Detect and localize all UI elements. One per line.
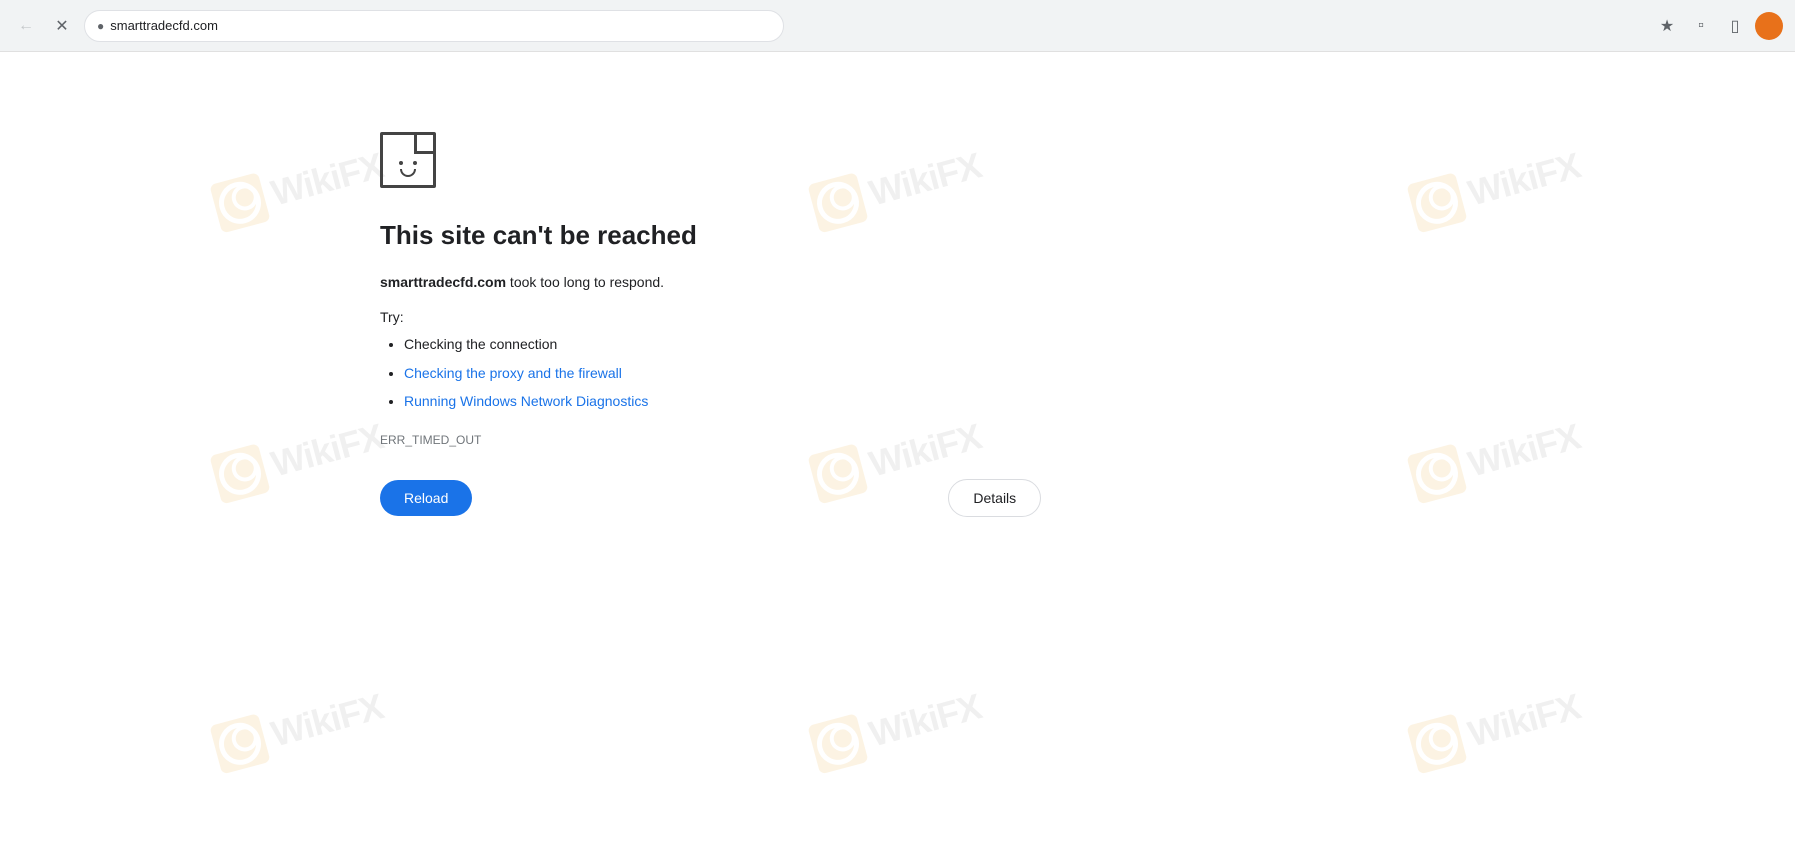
address-bar[interactable]: ● smarttradecfd.com [84,10,784,42]
details-button[interactable]: Details [948,479,1041,517]
error-title: This site can't be reached [380,220,980,251]
suggestion-diagnostics: Running Windows Network Diagnostics [404,390,980,412]
bookmark-button[interactable]: ★ [1653,12,1681,40]
toolbar-right: ★ ▫ ▯ [1653,12,1783,40]
page-content: This site can't be reached smarttradecfd… [0,52,1795,864]
try-label: Try: [380,309,980,325]
mouth [400,169,416,177]
error-container: This site can't be reached smarttradecfd… [380,132,980,517]
error-icon [380,132,980,188]
left-eye [399,161,403,165]
lock-icon: ● [97,19,104,33]
error-description: smarttradecfd.com took too long to respo… [380,271,980,293]
sidebar-button[interactable]: ▯ [1721,12,1749,40]
right-eye [413,161,417,165]
sad-page-icon [380,132,436,188]
suggestion-proxy: Checking the proxy and the firewall [404,362,980,384]
error-code: ERR_TIMED_OUT [380,433,980,447]
suggestion-proxy-link[interactable]: Checking the proxy and the firewall [404,365,622,381]
suggestions-list: Checking the connection Checking the pro… [380,333,980,412]
browser-chrome: ← ✕ ● smarttradecfd.com ★ ▫ ▯ [0,0,1795,52]
button-row: Reload Details [380,479,980,517]
reload-button[interactable]: Reload [380,480,472,516]
suggestion-connection-text: Checking the connection [404,336,557,352]
extensions-button[interactable]: ▫ [1687,12,1715,40]
url-text: smarttradecfd.com [110,18,218,33]
suggestion-connection: Checking the connection [404,333,980,355]
back-button[interactable]: ← [12,12,40,40]
suggestion-diagnostics-link[interactable]: Running Windows Network Diagnostics [404,393,648,409]
profile-button[interactable] [1755,12,1783,40]
close-button[interactable]: ✕ [48,12,76,40]
site-name: smarttradecfd.com [380,274,506,290]
description-suffix: took too long to respond. [506,274,664,290]
